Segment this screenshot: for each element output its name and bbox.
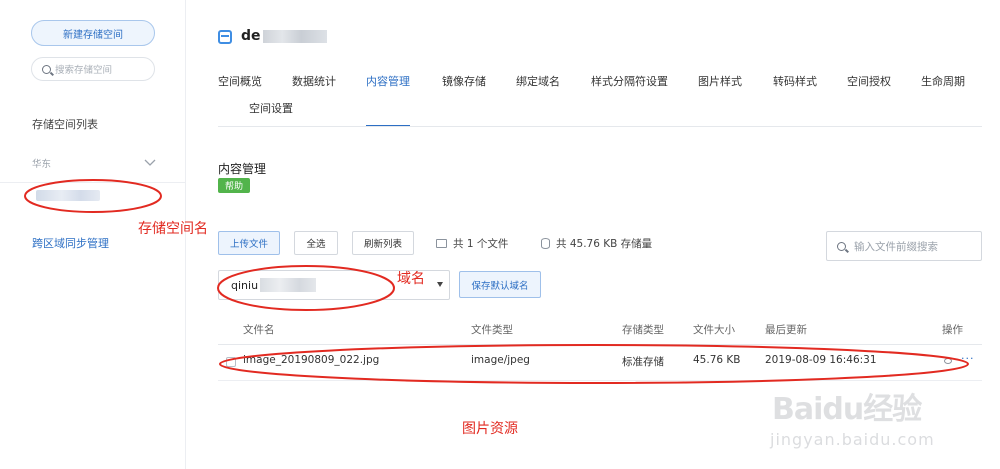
chevron-down-icon	[144, 159, 156, 166]
domain-value: qiniu	[231, 278, 259, 292]
cell-filesize: 45.76 KB	[693, 354, 741, 366]
column-header-storage-type: 存储类型	[622, 324, 664, 336]
save-default-domain-button[interactable]: 保存默认域名	[459, 271, 541, 298]
file-icon	[436, 239, 447, 248]
database-icon	[541, 238, 550, 249]
tab-space-settings[interactable]: 空间设置	[249, 100, 293, 116]
row-divider	[218, 380, 982, 381]
tab-bind-domain[interactable]: 绑定域名	[516, 73, 560, 89]
watermark-url: jingyan.baidu.com	[770, 430, 935, 449]
storage-usage: 共 45.76 KB 存储量	[541, 236, 652, 251]
divider	[0, 182, 186, 183]
upload-file-button[interactable]: 上传文件	[218, 231, 280, 255]
select-all-button[interactable]: 全选	[294, 231, 338, 255]
annotation-domain: 域名	[397, 271, 425, 287]
region-label: 华东	[32, 159, 52, 170]
annotation-image-resource: 图片资源	[462, 421, 518, 437]
more-actions-button[interactable]: ···	[961, 352, 975, 365]
section-title: 内容管理	[218, 162, 267, 176]
watermark-logo: Baidu经验	[772, 392, 922, 427]
row-checkbox[interactable]	[226, 357, 236, 367]
file-count-text: 共 1 个文件	[453, 238, 509, 250]
column-header-filesize[interactable]: 文件大小	[693, 322, 735, 337]
cross-region-sync-link[interactable]: 跨区域同步管理	[32, 235, 109, 251]
region-selector[interactable]: 华东	[32, 154, 156, 172]
bucket-search-placeholder: 搜索存储空间	[55, 65, 113, 76]
help-badge[interactable]: 帮助	[218, 178, 250, 193]
tabs-divider	[218, 126, 982, 127]
tab-overview[interactable]: 空间概览	[218, 73, 262, 89]
tab-statistics[interactable]: 数据统计	[292, 73, 336, 89]
file-count: 共 1 个文件	[436, 236, 508, 251]
storage-usage-text: 共 45.76 KB 存储量	[556, 238, 653, 250]
new-bucket-button[interactable]: 新建存储空间	[31, 20, 155, 46]
cell-last-updated: 2019-08-09 16:46:31	[765, 354, 877, 366]
tab-lifecycle[interactable]: 生命周期	[921, 73, 965, 89]
bucket-list-title: 存储空间列表	[32, 118, 98, 131]
annotation-bucket-name: 存储空间名	[138, 221, 208, 237]
cell-storage-type: 标准存储	[622, 356, 664, 368]
bucket-icon	[218, 30, 232, 44]
tab-style-separator[interactable]: 样式分隔符设置	[591, 73, 668, 89]
file-prefix-search-input[interactable]: 输入文件前缀搜索	[826, 231, 982, 261]
search-icon	[42, 64, 51, 74]
tab-content-management[interactable]: 内容管理	[366, 73, 410, 89]
bucket-search-input[interactable]: 搜索存储空间	[31, 57, 155, 81]
column-header-filename[interactable]: 文件名	[243, 322, 275, 337]
redacted-domain	[260, 278, 317, 292]
column-header-actions: 操作	[942, 324, 963, 336]
tab-transcode-style[interactable]: 转码样式	[773, 73, 817, 89]
tab-mirror-storage[interactable]: 镜像存储	[442, 73, 486, 89]
cell-filetype: image/jpeg	[471, 354, 530, 366]
tab-space-authorization[interactable]: 空间授权	[847, 73, 891, 89]
file-search-placeholder: 输入文件前缀搜索	[854, 240, 938, 253]
refresh-list-button[interactable]: 刷新列表	[352, 231, 414, 255]
tab-image-style[interactable]: 图片样式	[698, 73, 742, 89]
caret-down-icon	[437, 282, 443, 287]
redacted-bucket-name	[262, 29, 327, 43]
column-header-filetype: 文件类型	[471, 324, 513, 336]
cell-filename[interactable]: image_20190809_022.jpg	[243, 354, 379, 366]
column-header-last-updated[interactable]: 最后更新	[765, 322, 807, 337]
bucket-title-text: de	[241, 28, 261, 44]
bucket-list-item[interactable]	[36, 190, 100, 201]
preview-icon[interactable]	[944, 358, 952, 364]
search-icon	[837, 241, 846, 251]
table-header-divider	[218, 344, 982, 345]
bucket-title: de	[241, 28, 327, 44]
